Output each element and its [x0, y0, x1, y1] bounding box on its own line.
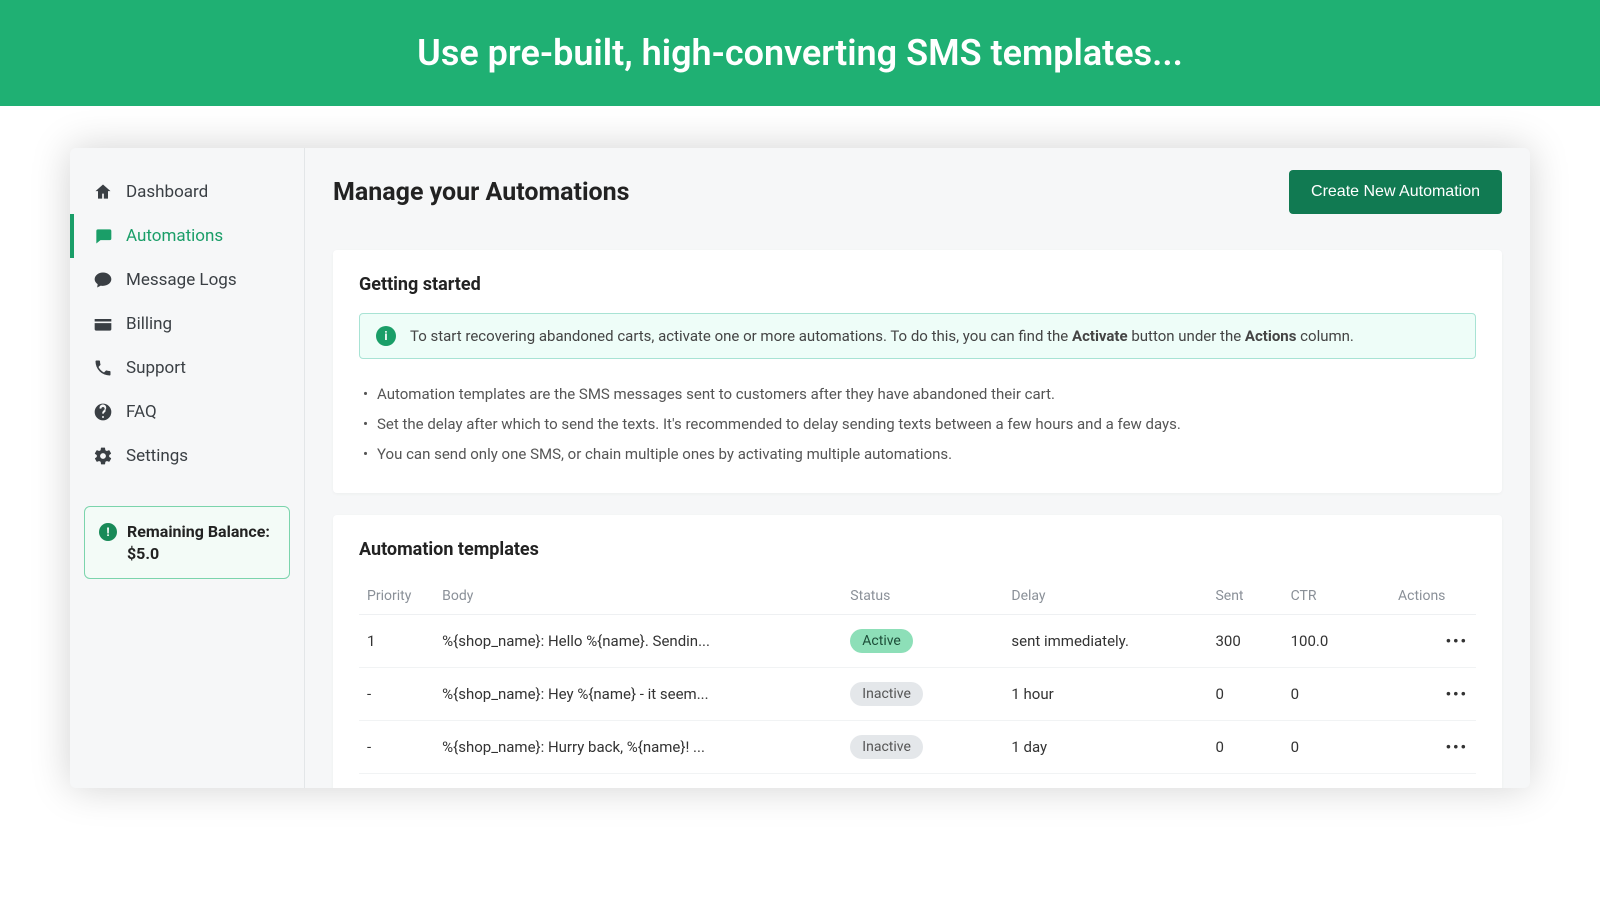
cell-actions: •••: [1390, 615, 1476, 668]
th-priority: Priority: [359, 578, 434, 615]
cell-priority: 1: [359, 615, 434, 668]
cell-delay: 1 day: [1003, 721, 1207, 774]
cell-sent: 0: [1207, 721, 1282, 774]
sidebar-item-faq[interactable]: FAQ: [70, 390, 304, 434]
cell-sent: 0: [1207, 668, 1282, 721]
sidebar-item-automations[interactable]: Automations: [70, 214, 304, 258]
cell-body: %{shop_name}: Hello %{name}. Sendin...: [434, 615, 842, 668]
balance-text: Remaining Balance: $5.0: [127, 521, 275, 564]
page-title: Manage your Automations: [333, 178, 630, 207]
templates-card: Automation templates Priority Body Statu…: [333, 515, 1502, 788]
balance-callout[interactable]: ! Remaining Balance: $5.0: [84, 506, 290, 579]
getting-started-title: Getting started: [359, 274, 1476, 295]
sidebar: Dashboard Automations Message Logs Billi…: [70, 148, 305, 788]
th-body: Body: [434, 578, 842, 615]
table-row: -%{shop_name}: Stock is running out....I…: [359, 774, 1476, 789]
bullet-item: Set the delay after which to send the te…: [359, 409, 1476, 439]
sidebar-item-support[interactable]: Support: [70, 346, 304, 390]
cell-delay: 1 hour: [1003, 668, 1207, 721]
promo-banner: Use pre-built, high-converting SMS templ…: [0, 0, 1600, 106]
home-icon: [92, 181, 114, 203]
sms-icon: [92, 269, 114, 291]
getting-started-bullets: Automation templates are the SMS message…: [359, 379, 1476, 469]
cell-actions: •••: [1390, 721, 1476, 774]
cell-body: %{shop_name}: Hey %{name} - it seem...: [434, 668, 842, 721]
templates-table: Priority Body Status Delay Sent CTR Acti…: [359, 578, 1476, 788]
sidebar-item-message-logs[interactable]: Message Logs: [70, 258, 304, 302]
status-badge: Active: [850, 629, 913, 653]
sidebar-item-label: Automations: [126, 226, 223, 246]
cell-status: Inactive: [842, 668, 1003, 721]
th-delay: Delay: [1003, 578, 1207, 615]
card-icon: [92, 313, 114, 335]
row-actions-menu[interactable]: •••: [1446, 632, 1468, 650]
cell-actions: •••: [1390, 774, 1476, 789]
sidebar-item-dashboard[interactable]: Dashboard: [70, 170, 304, 214]
cell-priority: -: [359, 721, 434, 774]
bullet-item: Automation templates are the SMS message…: [359, 379, 1476, 409]
cell-sent: 0: [1207, 774, 1282, 789]
info-text: To start recovering abandoned carts, act…: [410, 327, 1354, 345]
row-actions-menu[interactable]: •••: [1446, 685, 1468, 703]
alert-icon: !: [99, 523, 117, 541]
bullet-item: You can send only one SMS, or chain mult…: [359, 439, 1476, 469]
sidebar-item-settings[interactable]: Settings: [70, 434, 304, 478]
cell-ctr: 0: [1283, 774, 1390, 789]
gear-icon: [92, 445, 114, 467]
cell-status: Inactive: [842, 721, 1003, 774]
sidebar-item-label: Support: [126, 358, 186, 378]
th-ctr: CTR: [1283, 578, 1390, 615]
cell-actions: •••: [1390, 668, 1476, 721]
table-row: -%{shop_name}: Hurry back, %{name}! ... I…: [359, 721, 1476, 774]
banner-headline: Use pre-built, high-converting SMS templ…: [417, 32, 1183, 74]
cell-priority: -: [359, 774, 434, 789]
phone-icon: [92, 357, 114, 379]
main-content: Manage your Automations Create New Autom…: [305, 148, 1530, 788]
sidebar-item-billing[interactable]: Billing: [70, 302, 304, 346]
cell-priority: -: [359, 668, 434, 721]
getting-started-card: Getting started i To start recovering ab…: [333, 250, 1502, 493]
sidebar-item-label: FAQ: [126, 402, 157, 422]
cell-status: Inactive: [842, 774, 1003, 789]
templates-title: Automation templates: [359, 539, 1476, 560]
app-frame: Dashboard Automations Message Logs Billi…: [70, 148, 1530, 788]
cell-ctr: 0: [1283, 721, 1390, 774]
sidebar-item-label: Settings: [126, 446, 188, 466]
sidebar-item-label: Billing: [126, 314, 172, 334]
cell-ctr: 0: [1283, 668, 1390, 721]
cell-sent: 300: [1207, 615, 1282, 668]
cell-body: %{shop_name}: Stock is running out....: [434, 774, 842, 789]
info-banner: i To start recovering abandoned carts, a…: [359, 313, 1476, 359]
info-icon: i: [376, 326, 396, 346]
th-actions: Actions: [1390, 578, 1476, 615]
table-row: 1%{shop_name}: Hello %{name}. Sendin... A…: [359, 615, 1476, 668]
cell-body: %{shop_name}: Hurry back, %{name}! ...: [434, 721, 842, 774]
status-badge: Inactive: [850, 682, 923, 706]
create-automation-button[interactable]: Create New Automation: [1289, 170, 1502, 214]
cell-ctr: 100.0: [1283, 615, 1390, 668]
cell-status: Active: [842, 615, 1003, 668]
cell-delay: 45 minutes: [1003, 774, 1207, 789]
sidebar-item-label: Message Logs: [126, 270, 237, 290]
row-actions-menu[interactable]: •••: [1446, 738, 1468, 756]
chat-icon: [92, 225, 114, 247]
table-row: -%{shop_name}: Hey %{name} - it seem... I…: [359, 668, 1476, 721]
help-icon: [92, 401, 114, 423]
cell-delay: sent immediately.: [1003, 615, 1207, 668]
sidebar-item-label: Dashboard: [126, 182, 208, 202]
status-badge: Inactive: [850, 735, 923, 759]
th-status: Status: [842, 578, 1003, 615]
th-sent: Sent: [1207, 578, 1282, 615]
